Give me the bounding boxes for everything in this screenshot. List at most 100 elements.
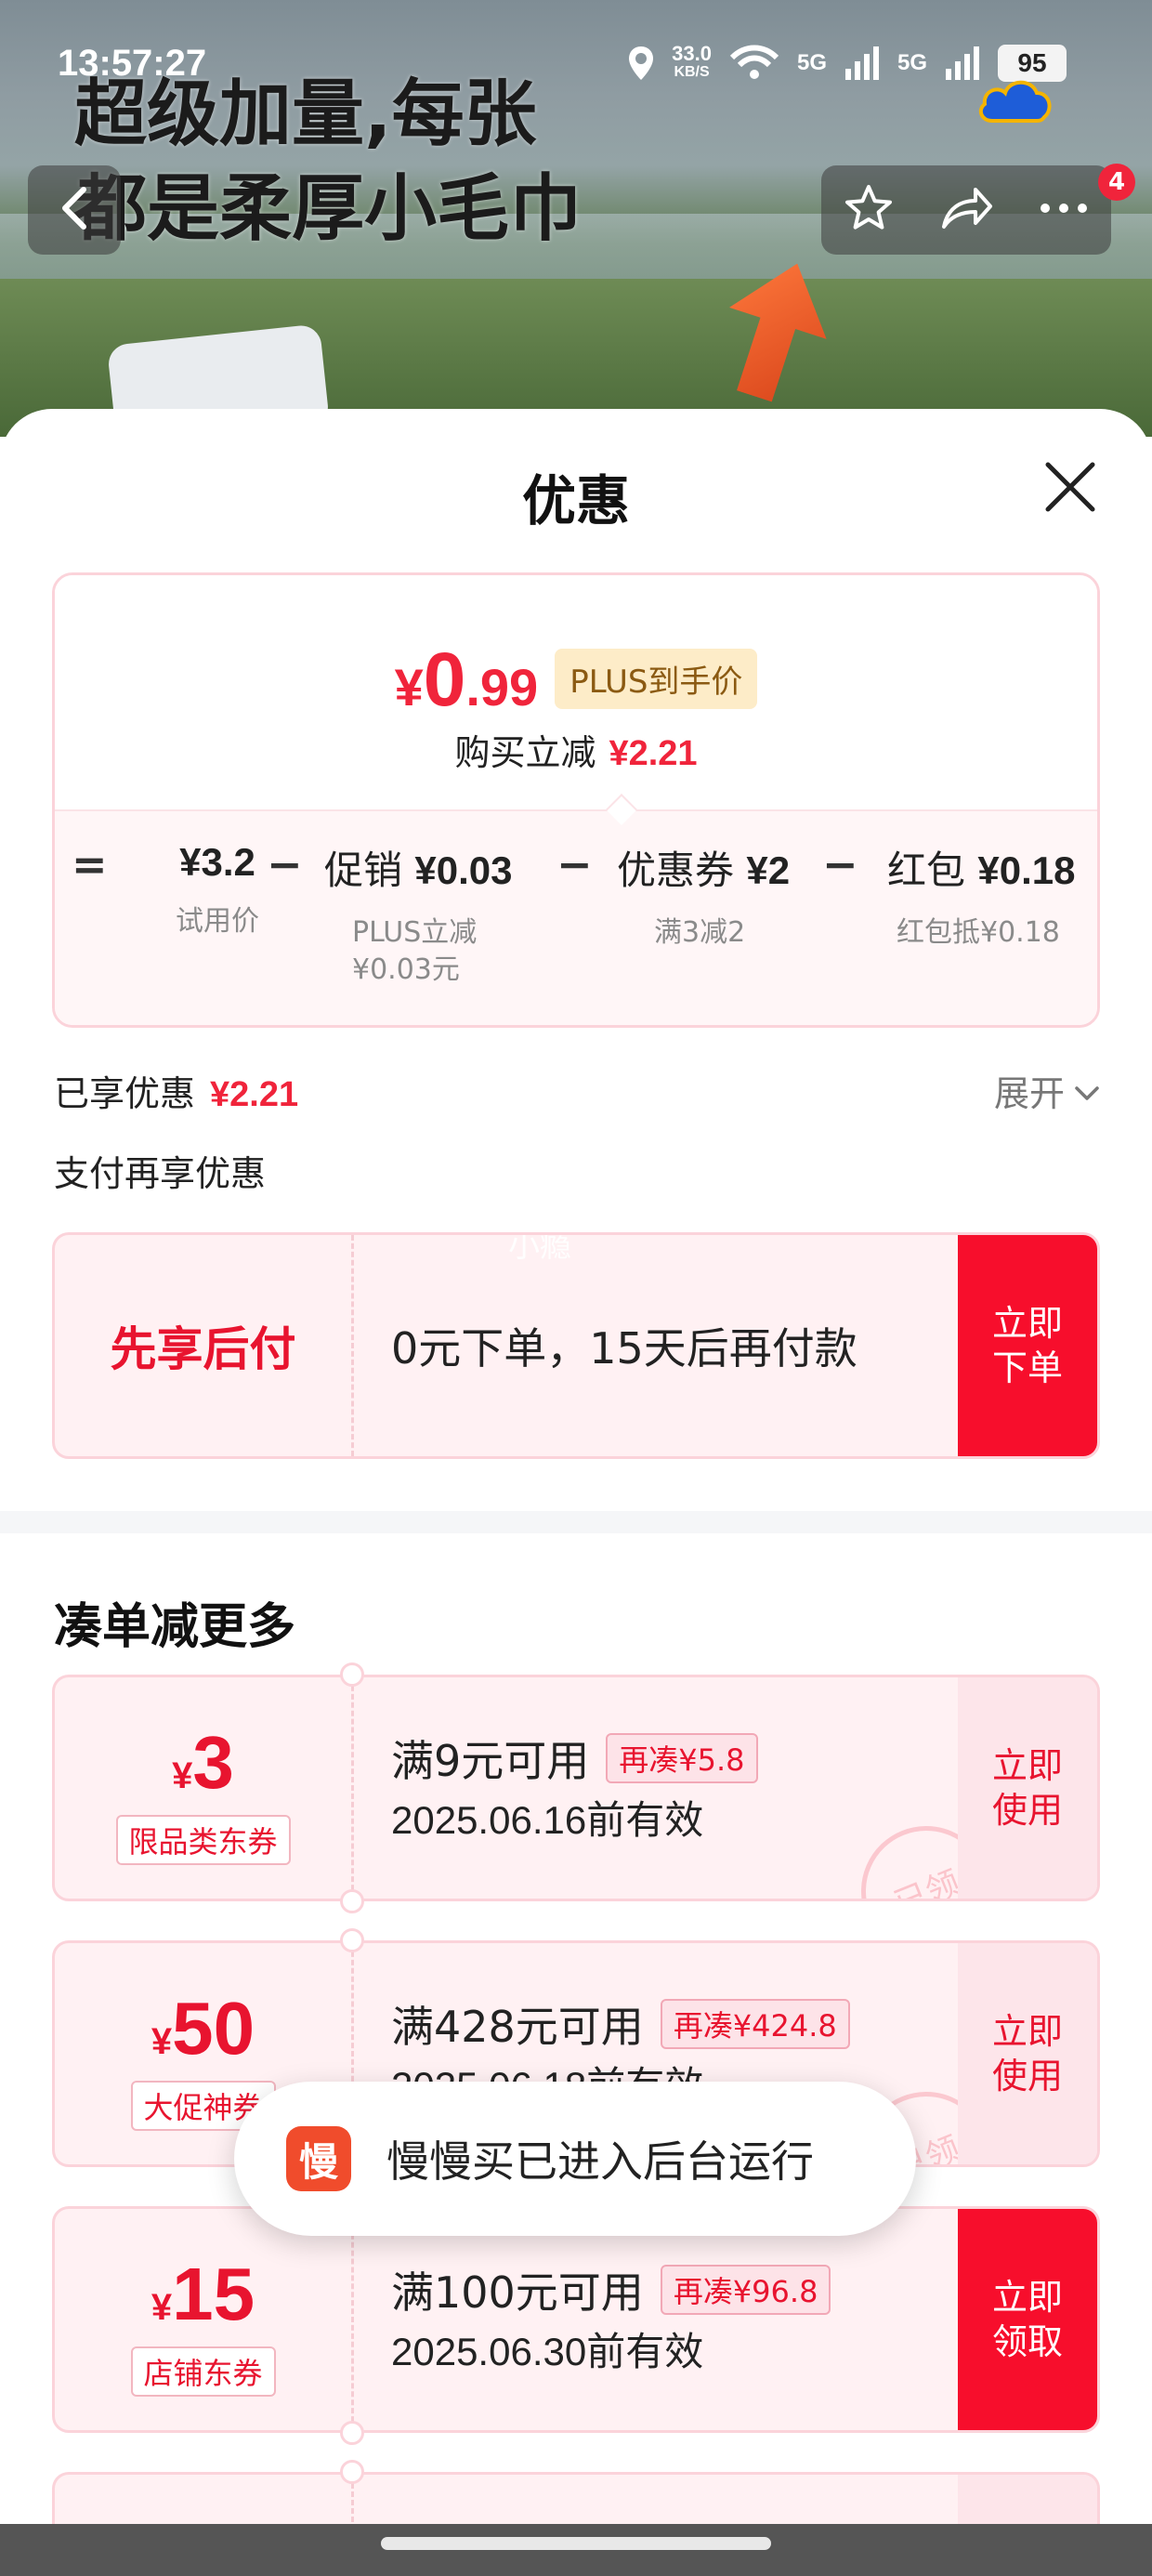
net-speed: 33.0 KB/S: [672, 42, 712, 82]
close-icon: [1041, 462, 1100, 520]
enjoyed-amount: ¥2.21: [210, 1075, 299, 1114]
claim-coupon-button[interactable]: 立即 领取: [958, 2209, 1097, 2430]
button-label-line1: 立即: [991, 2277, 1063, 2318]
final-price-row: ¥0.99 PLUS到手价: [55, 637, 1097, 724]
bnpl-title: 先享后付: [55, 1235, 354, 1456]
coupon-value: 15: [172, 2253, 255, 2335]
minus-sign: −: [267, 839, 303, 889]
breakdown-value: ¥0.18: [977, 848, 1076, 892]
coupon-expiry: 2025.06.16前有效: [391, 1798, 704, 1842]
instant-reduction-label: 购买立减: [454, 732, 596, 773]
instant-reduction-row: 购买立减 ¥2.21: [55, 724, 1097, 775]
coupon-amount: ¥3: [55, 1720, 351, 1806]
cloud-icon: [974, 69, 1055, 132]
coupon-expiry: 2025.06.30前有效: [391, 2330, 704, 2373]
net-speed-value: 33.0: [672, 42, 712, 65]
pay-more-label: 支付再享优惠: [54, 1153, 267, 1194]
coupon-card[interactable]: ¥15 店铺东券 满100元可用 再凑¥96.8 2025.06.30前有效 立…: [52, 2206, 1100, 2433]
breakdown-sub: PLUS立减: [352, 916, 478, 949]
coupon-left: ¥3 限品类东券: [55, 1677, 354, 1899]
breakdown-label: 优惠券: [617, 848, 735, 893]
plus-price-tag: PLUS到手价: [555, 649, 758, 709]
close-button[interactable]: [1041, 457, 1100, 517]
wifi-icon: [728, 45, 780, 82]
breakdown-label: 促销: [324, 848, 403, 893]
section-divider: [0, 1511, 1152, 1533]
coupon-currency: ¥: [151, 2021, 173, 2062]
instant-reduction-amount: ¥2.21: [609, 734, 698, 773]
coupon-type-tag: 限品类东券: [115, 1815, 291, 1865]
enjoyed-discount-row: 已享优惠 ¥2.21: [54, 1065, 298, 1116]
button-label-line2: 领取: [991, 2321, 1063, 2362]
breakdown-label: 红包: [887, 848, 966, 893]
share-icon[interactable]: [938, 182, 994, 238]
breakdown-red-packet: 红包 ¥0.18 红包抵¥0.18: [887, 839, 1075, 952]
net-label-1: 5G: [796, 50, 827, 75]
final-price-currency: ¥: [394, 658, 424, 716]
equals-sign: =: [72, 839, 108, 889]
status-time: 13:57:27: [58, 43, 207, 84]
coupon-gap-tag: 再凑¥96.8: [660, 2265, 831, 2315]
back-icon: [56, 186, 93, 234]
coupon-notch: [340, 1889, 364, 1913]
coupon-gap-tag: 再凑¥5.8: [606, 1733, 758, 1783]
breakdown-sub: 红包抵¥0.18: [897, 916, 1060, 949]
bnpl-card[interactable]: 先享后付 0元下单，15天后再付款 小瘾 立即 下单: [52, 1232, 1100, 1459]
button-label-line1: 立即: [991, 1303, 1063, 1344]
more-icon[interactable]: [1038, 201, 1090, 219]
price-summary-card: ¥0.99 PLUS到手价 购买立减 ¥2.21 = ¥3.2 试用价 − 促销 …: [52, 572, 1100, 1028]
system-nav-bar: [0, 2524, 1152, 2576]
breakdown-sub: 试用价: [176, 905, 259, 938]
coupon-amount: ¥15: [55, 2252, 351, 2337]
nav-action-group: [821, 165, 1111, 255]
signal-icon: [844, 45, 881, 82]
breakdown-sub-2: ¥0.03元: [352, 953, 460, 986]
chevron-down-icon: [1074, 1071, 1100, 1111]
use-coupon-button[interactable]: 立即 使用: [958, 1943, 1097, 2164]
coupon-condition: 满428元可用 再凑¥424.8: [391, 1993, 850, 2055]
coupon-currency: ¥: [172, 1755, 193, 1796]
bnpl-description: 0元下单，15天后再付款: [391, 1323, 857, 1373]
minus-sign: −: [556, 839, 593, 889]
app-logo-char: 慢: [298, 2138, 338, 2185]
coupon-gap-tag: 再凑¥424.8: [660, 1999, 850, 2049]
location-icon: [627, 45, 655, 82]
use-coupon-button[interactable]: 立即 使用: [958, 1677, 1097, 1899]
breakdown-promotion: 促销 ¥0.03 PLUS立减 ¥0.03元: [324, 839, 512, 989]
net-label-2: 5G: [897, 50, 927, 75]
coupon-threshold: 满9元可用: [391, 1736, 590, 1786]
expand-button[interactable]: 展开: [994, 1065, 1100, 1116]
breakdown-sub: 满3减2: [654, 916, 746, 949]
breakdown-coupon: 优惠券 ¥2 满3减2: [617, 839, 790, 952]
coupon-condition: 满9元可用 再凑¥5.8: [391, 1728, 758, 1789]
final-price: ¥0.99: [395, 637, 539, 724]
star-icon[interactable]: [843, 182, 895, 238]
coupon-card[interactable]: ¥3 限品类东券 满9元可用 再凑¥5.8 2025.06.16前有效 已领 立…: [52, 1675, 1100, 1901]
breakdown-value: ¥3.2: [179, 840, 255, 884]
coupon-left: ¥15 店铺东券: [55, 2209, 354, 2430]
discount-sheet: 优惠 ¥0.99 PLUS到手价 购买立减 ¥2.21 = ¥3.2 试用价 −…: [0, 409, 1152, 2576]
net-speed-unit: KB/S: [674, 64, 710, 80]
coupon-notch: [340, 2460, 364, 2484]
bnpl-order-button[interactable]: 立即 下单: [958, 1235, 1097, 1456]
expand-label: 展开: [993, 1073, 1065, 1114]
home-gesture-handle[interactable]: [381, 2537, 771, 2550]
button-label-line2: 使用: [991, 1790, 1063, 1831]
coupon-value: 3: [192, 1721, 234, 1804]
breakdown-value: ¥0.03: [414, 848, 513, 892]
banner-slogan: 超级加量,每张 都是柔厚小毛巾: [74, 67, 582, 256]
coupon-value: 50: [172, 1987, 255, 2070]
toast-message: 慢慢买已进入后台运行: [386, 2136, 814, 2187]
background-running-toast: 慢 慢慢买已进入后台运行: [234, 2082, 916, 2236]
final-price-integer: 0: [423, 637, 466, 722]
coupon-threshold: 满428元可用: [391, 2002, 644, 2052]
final-price-decimal: .99: [465, 658, 539, 716]
back-button[interactable]: [28, 165, 121, 255]
coupon-notch: [340, 1663, 364, 1687]
section-title: 凑单减更多: [54, 1599, 296, 1655]
coupon-notch: [340, 2421, 364, 2445]
app-logo-icon: 慢: [286, 2126, 351, 2191]
button-label-line1: 立即: [991, 1745, 1063, 1786]
enjoyed-label: 已享优惠: [54, 1073, 196, 1114]
sheet-title: 优惠: [521, 469, 630, 532]
